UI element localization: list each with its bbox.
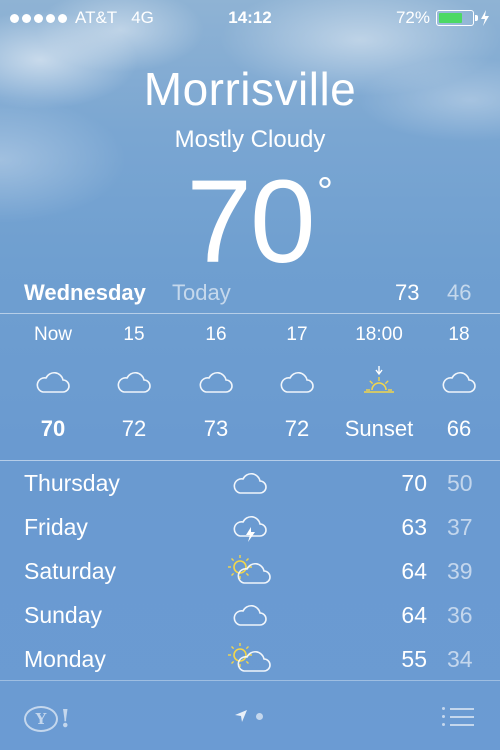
current-temperature: 70 — [186, 156, 315, 288]
day-name: Thursday — [24, 470, 120, 496]
location-arrow-icon — [235, 710, 247, 722]
sunset-icon — [334, 366, 424, 400]
battery-percent: 72% — [395, 8, 430, 27]
degree-symbol: ° — [317, 170, 333, 214]
battery-info: 72% — [396, 8, 490, 28]
hour-value: 72 — [284, 416, 310, 441]
city-name: Morrisville — [143, 63, 357, 115]
footer-toolbar: Y! — [0, 680, 500, 750]
day-low: 50 — [447, 470, 473, 496]
daily-row: Monday 55 34 — [0, 638, 500, 682]
current-condition: Mostly Cloudy — [174, 126, 326, 153]
hourly-forecast[interactable]: Now 70 15 72 16 73 17 72 18:00 Sunset 18 66 — [0, 316, 500, 458]
day-name: Monday — [24, 646, 106, 672]
day-low: 39 — [447, 558, 473, 584]
yahoo-logo-button[interactable]: Y! — [24, 704, 71, 733]
day-high: 55 — [401, 646, 427, 672]
day-low: 36 — [447, 602, 473, 628]
hour-value: 66 — [446, 416, 472, 441]
cloud-icon — [171, 366, 261, 400]
day-high: 64 — [401, 558, 427, 584]
yahoo-icon: Y — [24, 705, 58, 732]
day-name: Sunday — [24, 602, 103, 628]
charging-bolt-icon — [481, 10, 489, 26]
cloud-icon — [89, 366, 179, 400]
thunderstorm-icon — [225, 511, 275, 545]
today-low: 46 — [447, 280, 472, 305]
hour-value: 72 — [121, 416, 147, 441]
page-dot — [256, 712, 263, 720]
hour-value: 70 — [40, 416, 66, 441]
status-bar: AT&T 4G 14:12 72% — [0, 0, 500, 34]
hour-label: 15 — [123, 324, 145, 345]
partly-sunny-icon — [225, 555, 275, 589]
day-high: 70 — [401, 470, 427, 496]
city-list-button[interactable] — [442, 706, 474, 728]
partly-sunny-icon — [225, 643, 275, 677]
day-name: Saturday — [24, 558, 117, 584]
hour-value: 73 — [203, 416, 229, 441]
divider — [0, 313, 500, 314]
hour-label: 18:00 — [355, 324, 403, 345]
day-low: 34 — [447, 646, 473, 672]
daily-row: Friday 63 37 — [0, 506, 500, 550]
hour-label: 17 — [286, 324, 308, 345]
cloud-icon — [252, 366, 342, 400]
day-name: Friday — [24, 514, 88, 540]
battery-icon — [436, 10, 478, 26]
divider — [0, 460, 500, 461]
today-summary: Wednesday Today 73 46 — [0, 276, 500, 312]
daily-row: Saturday 64 39 — [0, 550, 500, 594]
hour-label: 16 — [205, 324, 227, 345]
page-indicator[interactable] — [234, 709, 263, 723]
daily-row: Sunday 64 36 — [0, 594, 500, 638]
hour-value: Sunset — [344, 416, 414, 441]
day-low: 37 — [447, 514, 473, 540]
today-label: Today — [172, 280, 231, 305]
cloud-icon — [414, 366, 500, 400]
day-high: 64 — [401, 602, 427, 628]
daily-row: Thursday 70 50 — [0, 462, 500, 506]
today-high: 73 — [395, 280, 420, 305]
cloud-icon — [225, 467, 275, 501]
day-high: 63 — [401, 514, 427, 540]
hour-label: 18 — [448, 324, 470, 345]
today-day: Wednesday — [24, 280, 146, 305]
cloud-icon — [8, 366, 98, 400]
cloud-icon — [225, 599, 275, 633]
hour-label: Now — [33, 324, 72, 345]
